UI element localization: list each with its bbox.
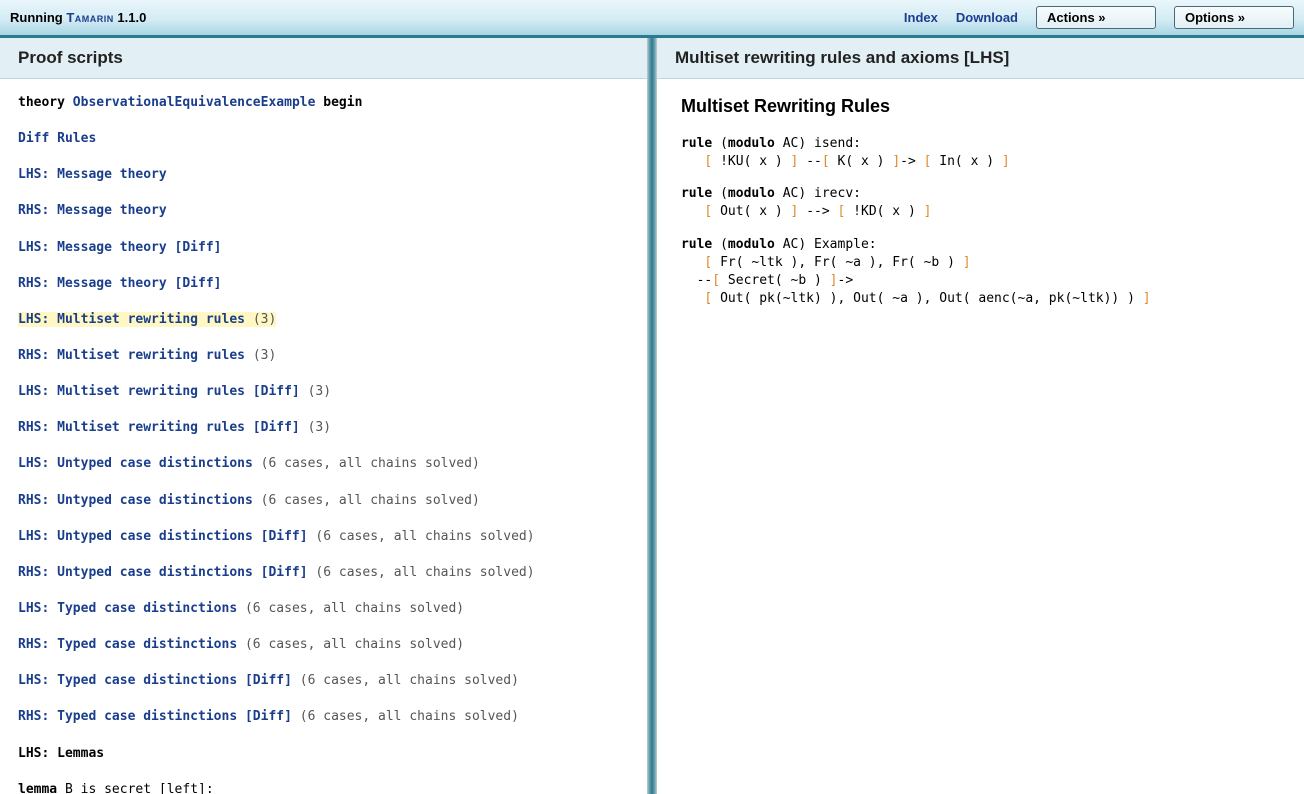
- theory-name[interactable]: ObservationalEquivalenceExample: [73, 95, 316, 110]
- download-link[interactable]: Download: [956, 10, 1018, 25]
- nav-rhs-mrr[interactable]: RHS: Multiset rewriting rules: [18, 348, 245, 363]
- nav-lhs-mrr-row: LHS: Multiset rewriting rules (3): [18, 310, 629, 330]
- nav-rhs-tcd-diff[interactable]: RHS: Typed case distinctions [Diff]: [18, 709, 292, 724]
- rule-example: rule (modulo AC) Example: [ Fr( ~ltk ), …: [681, 236, 1280, 309]
- running-label: Running: [10, 10, 63, 25]
- section-title: Multiset Rewriting Rules: [681, 93, 1280, 121]
- nav-rhs-tcd[interactable]: RHS: Typed case distinctions: [18, 637, 237, 652]
- nav-lhs-tcd[interactable]: LHS: Typed case distinctions: [18, 601, 237, 616]
- nav-rhs-mrr-diff[interactable]: RHS: Multiset rewriting rules [Diff]: [18, 420, 300, 435]
- nav-rhs-ucd-count: (6 cases, all chains solved): [261, 493, 480, 508]
- main-split: Proof scripts theory ObservationalEquiva…: [0, 38, 1304, 794]
- options-dropdown[interactable]: Options »: [1174, 6, 1294, 29]
- nav-rhs-mrr-count: (3): [253, 348, 276, 363]
- right-panel: Multiset rewriting rules and axioms [LHS…: [657, 38, 1304, 794]
- nav-rhs-ucd-diff-count: (6 cases, all chains solved): [315, 565, 534, 580]
- index-link[interactable]: Index: [904, 10, 938, 25]
- nav-lhs-ucd[interactable]: LHS: Untyped case distinctions: [18, 456, 253, 471]
- app-name: Tamarin: [66, 10, 113, 25]
- actions-dropdown[interactable]: Actions »: [1036, 6, 1156, 29]
- nav-rhs-msg-diff[interactable]: RHS: Message theory [Diff]: [18, 276, 222, 291]
- nav-rhs-mrr-diff-count: (3): [308, 420, 331, 435]
- right-panel-body: Multiset Rewriting Rules rule (modulo AC…: [657, 79, 1304, 336]
- lemma-kw: lemma: [18, 782, 57, 794]
- nav-lhs-msg[interactable]: LHS: Message theory: [18, 167, 167, 182]
- theory-line: theory ObservationalEquivalenceExample b…: [18, 93, 629, 113]
- rule-isend: rule (modulo AC) isend: [ !KU( x ) ] --[…: [681, 135, 1280, 171]
- nav-lhs-ucd-diff-count: (6 cases, all chains solved): [315, 529, 534, 544]
- nav-lhs-msg-diff[interactable]: LHS: Message theory [Diff]: [18, 240, 222, 255]
- lhs-lemmas-label: LHS: Lemmas: [18, 746, 104, 761]
- nav-lhs-tcd-diff[interactable]: LHS: Typed case distinctions [Diff]: [18, 673, 292, 688]
- split-divider[interactable]: [647, 38, 657, 794]
- nav-rhs-ucd[interactable]: RHS: Untyped case distinctions: [18, 493, 253, 508]
- nav-diff-rules[interactable]: Diff Rules: [18, 131, 96, 146]
- nav-rhs-tcd-diff-count: (6 cases, all chains solved): [300, 709, 519, 724]
- topbar: Running Tamarin 1.1.0 Index Download Act…: [0, 0, 1304, 38]
- nav-lhs-tcd-count: (6 cases, all chains solved): [245, 601, 464, 616]
- nav-rhs-tcd-count: (6 cases, all chains solved): [245, 637, 464, 652]
- nav-lhs-mrr-count: (3): [253, 312, 276, 327]
- nav-lhs-mrr[interactable]: LHS: Multiset rewriting rules: [18, 312, 245, 327]
- nav-rhs-ucd-diff[interactable]: RHS: Untyped case distinctions [Diff]: [18, 565, 308, 580]
- topbar-right: Index Download Actions » Options »: [904, 6, 1294, 29]
- left-panel-body: theory ObservationalEquivalenceExample b…: [0, 79, 647, 794]
- topbar-title: Running Tamarin 1.1.0: [10, 10, 146, 25]
- nav-lhs-ucd-count: (6 cases, all chains solved): [261, 456, 480, 471]
- begin-kw: begin: [323, 95, 362, 110]
- nav-lhs-mrr-diff-count: (3): [308, 384, 331, 399]
- rule-irecv: rule (modulo AC) irecv: [ Out( x ) ] -->…: [681, 185, 1280, 221]
- lemma-name: B_is_secret [left]:: [57, 782, 214, 794]
- left-panel-header: Proof scripts: [0, 38, 647, 79]
- nav-lhs-ucd-diff[interactable]: LHS: Untyped case distinctions [Diff]: [18, 529, 308, 544]
- app-version: 1.1.0: [117, 10, 146, 25]
- nav-rhs-msg[interactable]: RHS: Message theory: [18, 203, 167, 218]
- lemma-block: lemma B_is_secret [left]: all-traces "∀ …: [18, 780, 629, 794]
- nav-lhs-mrr-diff[interactable]: LHS: Multiset rewriting rules [Diff]: [18, 384, 300, 399]
- nav-lhs-tcd-diff-count: (6 cases, all chains solved): [300, 673, 519, 688]
- theory-kw: theory: [18, 95, 65, 110]
- right-panel-header: Multiset rewriting rules and axioms [LHS…: [657, 38, 1304, 79]
- left-panel: Proof scripts theory ObservationalEquiva…: [0, 38, 647, 794]
